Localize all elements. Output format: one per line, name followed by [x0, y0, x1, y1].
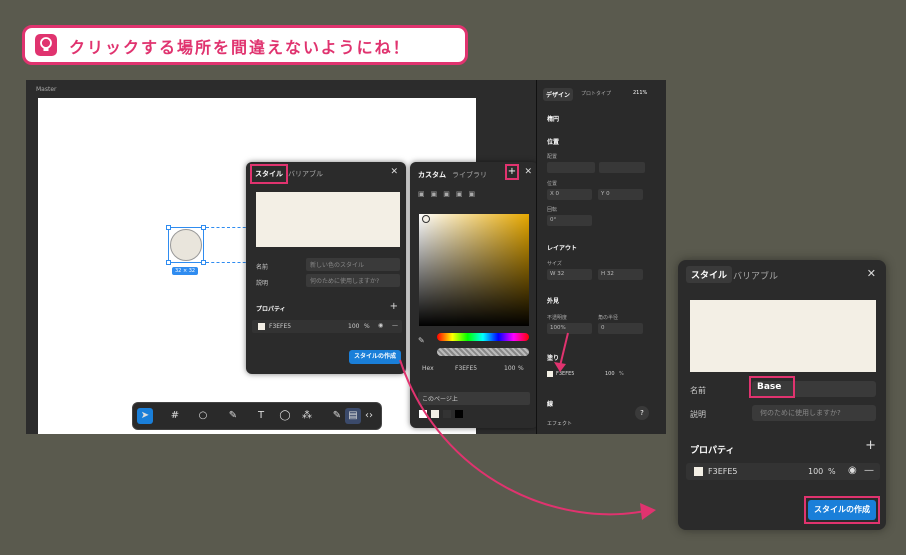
tab-style[interactable]: スタイル [686, 266, 733, 283]
props-label: プロパティ [690, 446, 735, 456]
color-preview [690, 300, 876, 372]
fill-opacity[interactable]: 100 [808, 467, 823, 476]
add-icon[interactable]: + [865, 438, 876, 453]
remove-icon[interactable]: — [864, 465, 874, 476]
close-icon[interactable]: ✕ [867, 267, 876, 280]
create-style-button[interactable]: スタイルの作成 [808, 500, 876, 520]
desc-input[interactable]: 何のために使用しますか? [752, 405, 876, 421]
zoomed-style-panel: スタイル バリアブル ✕ 名前 Base 説明 何のために使用しますか? プロパ… [678, 260, 886, 530]
color-swatch[interactable] [694, 467, 703, 476]
eye-icon[interactable]: ◉ [848, 465, 857, 476]
create-style-highlight: スタイルの作成 [804, 496, 880, 524]
percent-sign: % [828, 467, 836, 476]
name-input[interactable]: Base [749, 376, 876, 398]
fill-hex[interactable]: F3EFE5 [708, 467, 738, 476]
fill-row[interactable]: F3EFE5 100 % ◉ — [686, 463, 880, 480]
tab-variable[interactable]: バリアブル [733, 269, 778, 282]
desc-label: 説明 [690, 410, 706, 419]
name-label: 名前 [690, 386, 706, 395]
name-value[interactable]: Base [749, 376, 795, 398]
